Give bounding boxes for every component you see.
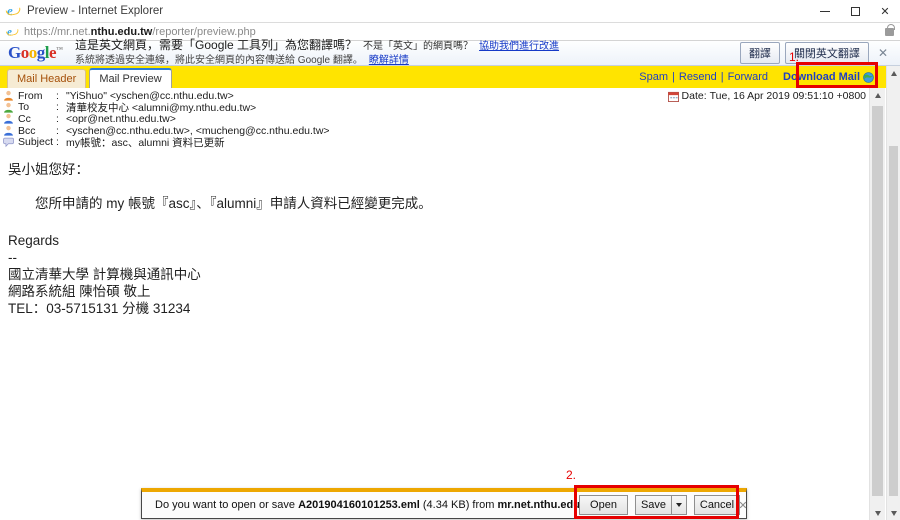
- body-paragraph: 您所申請的 my 帳號『asc』、『alumni』申請人資料已經變更完成。: [8, 195, 861, 212]
- header-value: my帳號：asc、alumni 資料已更新: [66, 135, 225, 150]
- spam-link[interactable]: Spam: [639, 71, 668, 83]
- mail-preview-pane: Date: Tue, 16 Apr 2019 09:51:10 +0800 Fr…: [0, 88, 869, 520]
- save-dropdown-button[interactable]: [671, 495, 687, 515]
- speech-bubble-icon: [3, 137, 14, 148]
- minimize-icon: [820, 11, 830, 12]
- header-row-subject: Subject : my帳號：asc、alumni 資料已更新: [3, 136, 869, 148]
- scroll-up-icon[interactable]: [887, 66, 900, 80]
- learn-more-link[interactable]: 瞭解詳情: [369, 55, 409, 66]
- download-bar-close-icon[interactable]: ✕: [736, 498, 750, 512]
- translate-prompt-text: 這是英文網頁，需要「Google 工具列」為您翻譯嗎？: [75, 38, 357, 52]
- action-separator: |: [721, 71, 724, 83]
- maximize-icon: [851, 7, 860, 16]
- not-english-text: 不是「英文」的網頁嗎？: [363, 41, 473, 52]
- header-label: Bcc: [18, 125, 52, 137]
- url-domain: nthu.edu.tw: [91, 26, 153, 38]
- header-label: From: [18, 90, 52, 102]
- open-button[interactable]: Open: [579, 495, 628, 515]
- resend-link[interactable]: Resend: [679, 71, 717, 83]
- download-notification-bar: Do you want to open or save A20190416010…: [141, 488, 747, 519]
- minimize-button[interactable]: [810, 0, 840, 22]
- google-translate-bar: Google™ 這是英文網頁，需要「Google 工具列」為您翻譯嗎？ 不是「英文…: [0, 41, 900, 66]
- mail-actions: Spam | Resend | Forward Download Mail: [636, 66, 874, 88]
- url-prefix: https://mr.net.: [24, 26, 91, 38]
- triangle-up: [891, 71, 897, 76]
- date-label: Date:: [682, 90, 707, 102]
- person-blue-icon: [3, 125, 14, 136]
- mail-date: Date: Tue, 16 Apr 2019 09:51:10 +0800: [668, 90, 866, 102]
- globe-icon: [863, 72, 874, 83]
- body-greeting: 吳小姐您好：: [8, 161, 861, 178]
- person-blue-icon: [3, 113, 14, 124]
- header-row-to: To : 清華校友中心 <alumni@my.nthu.edu.tw>: [3, 102, 869, 114]
- tab-mail-header[interactable]: Mail Header: [7, 69, 86, 88]
- trademark-symbol: ™: [56, 45, 63, 53]
- header-label: To: [18, 101, 52, 113]
- close-button[interactable]: ✕: [870, 0, 900, 22]
- signature-separator: --: [8, 249, 861, 266]
- window-titlebar: e Preview - Internet Explorer ✕: [0, 0, 900, 22]
- google-bar-text: 這是英文網頁，需要「Google 工具列」為您翻譯嗎？ 不是「英文」的網頁嗎？ 協助…: [75, 39, 559, 67]
- google-bar-buttons: 翻譯 關閉英文翻譯 ✕: [740, 42, 892, 64]
- mail-body: 吳小姐您好： 您所申請的 my 帳號『asc』、『alumni』申請人資料已經變…: [0, 148, 869, 317]
- header-value: <opr@net.nthu.edu.tw>: [66, 113, 176, 125]
- triangle-down: [875, 511, 881, 516]
- page-scrollbar[interactable]: [886, 66, 900, 520]
- mail-scrollbar[interactable]: [869, 88, 885, 520]
- signature-line: 國立清華大學 計算機與通訊中心: [8, 266, 861, 283]
- triangle-down: [891, 511, 897, 516]
- triangle-up: [875, 93, 881, 98]
- scrollbar-thumb[interactable]: [889, 146, 898, 496]
- signature-line: 網路系統組 陳怡碩 敬上: [8, 283, 861, 300]
- page-favicon-icon: e: [7, 26, 19, 38]
- close-icon: ✕: [880, 5, 889, 18]
- scroll-down-icon[interactable]: [870, 506, 885, 520]
- tab-mail-preview[interactable]: Mail Preview: [89, 68, 171, 88]
- annotation-step1-label: 1.: [789, 50, 799, 64]
- header-label: Subject: [18, 136, 52, 148]
- signature-line: TEL：03-5715131 分機 31234: [8, 300, 861, 317]
- calendar-icon: [668, 91, 679, 102]
- scroll-down-icon[interactable]: [887, 506, 900, 520]
- person-orange-icon: [3, 90, 14, 101]
- date-value: Tue, 16 Apr 2019 09:51:10 +0800: [710, 90, 866, 102]
- download-filename: A201904160101253.eml: [298, 499, 420, 511]
- secure-connection-text: 系統將透過安全連線，將此安全網頁的內容傳送給 Google 翻譯。: [75, 55, 363, 66]
- forward-link[interactable]: Forward: [728, 71, 768, 83]
- url-path: /reporter/preview.php: [152, 26, 255, 38]
- download-mail-link[interactable]: Download Mail: [783, 71, 874, 83]
- window-title: Preview - Internet Explorer: [27, 5, 163, 17]
- header-label: Cc: [18, 113, 52, 125]
- maximize-button[interactable]: [840, 0, 870, 22]
- help-improve-link[interactable]: 協助我們進行改進: [479, 41, 559, 52]
- person-green-icon: [3, 102, 14, 113]
- annotation-step2-label: 2.: [566, 468, 576, 482]
- body-regards: Regards: [8, 232, 861, 249]
- window-controls: ✕: [810, 0, 900, 22]
- mail-toolbar: Mail Header Mail Preview Spam | Resend |…: [0, 66, 886, 88]
- download-mail-label: Download Mail: [783, 71, 860, 83]
- download-message: Do you want to open or save A20190416010…: [155, 492, 601, 518]
- internet-explorer-icon: e: [7, 4, 21, 18]
- save-button[interactable]: Save: [635, 495, 671, 515]
- from-word: from: [472, 499, 494, 511]
- file-size: (4.34 KB): [423, 499, 469, 511]
- url-text: https://mr.net.nthu.edu.tw/reporter/prev…: [24, 26, 256, 38]
- message-prefix: Do you want to open or save: [155, 499, 295, 511]
- scroll-up-icon[interactable]: [870, 88, 885, 102]
- mail-tabs: Mail Header Mail Preview: [7, 68, 172, 88]
- lock-icon: [885, 28, 894, 36]
- scrollbar-thumb[interactable]: [872, 106, 883, 496]
- google-logo: Google™: [8, 43, 63, 63]
- cancel-button[interactable]: Cancel: [694, 495, 740, 515]
- chevron-down-icon: [676, 503, 682, 507]
- google-bar-close-icon[interactable]: ✕: [874, 46, 892, 60]
- action-separator: |: [672, 71, 675, 83]
- header-row-cc: Cc : <opr@net.nthu.edu.tw>: [3, 113, 869, 125]
- translate-button[interactable]: 翻譯: [740, 42, 780, 64]
